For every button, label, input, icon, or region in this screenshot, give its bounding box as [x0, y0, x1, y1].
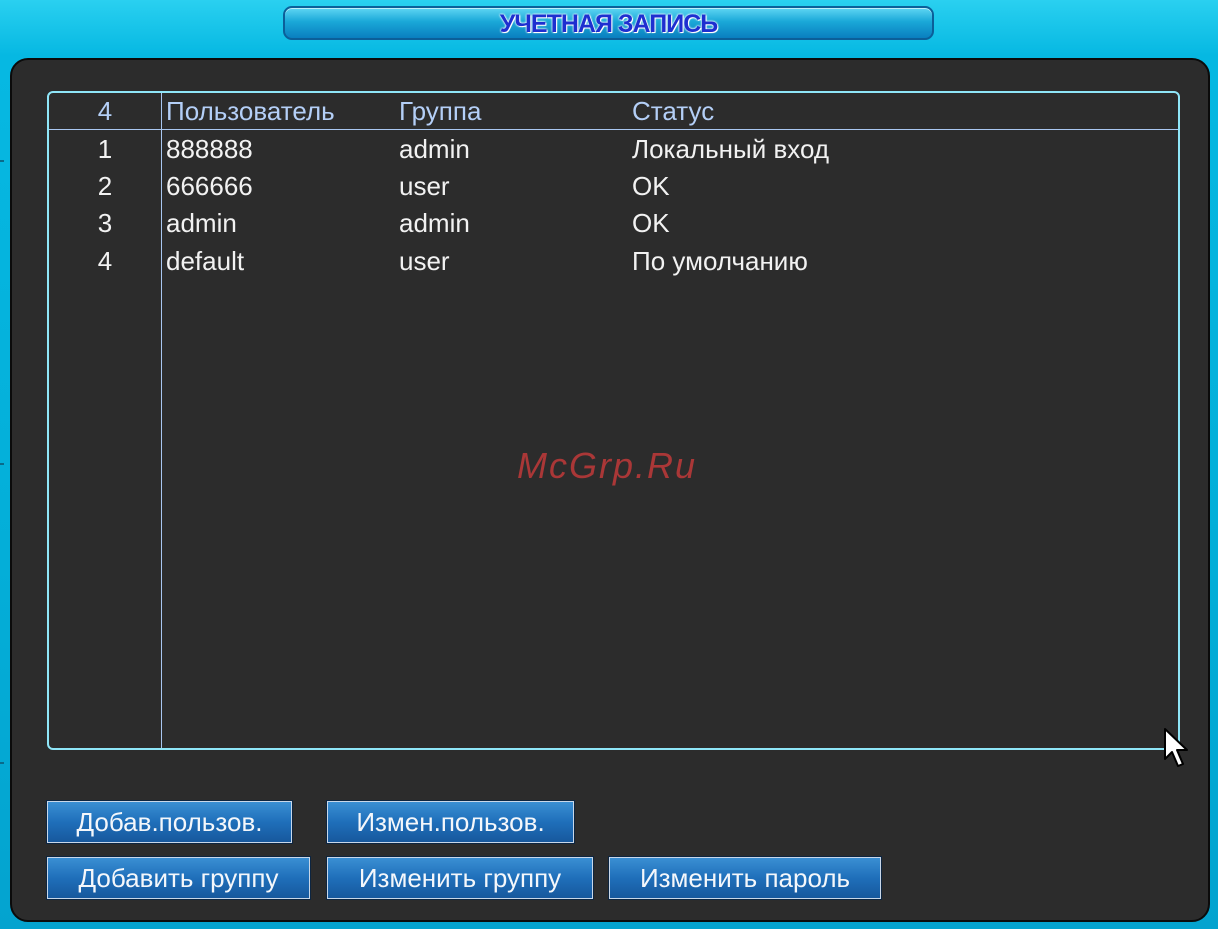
row-group: user — [399, 171, 450, 201]
column-divider — [161, 93, 162, 748]
user-table: 4 Пользователь Группа Статус 1 888888 ad… — [47, 91, 1180, 750]
header-user[interactable]: Пользователь — [166, 96, 335, 126]
row-group: admin — [399, 208, 470, 238]
watermark: McGrp.Ru — [517, 445, 698, 486]
row-number: 4 — [97, 246, 113, 276]
edit-user-button[interactable]: Измен.пользов. — [326, 800, 575, 844]
add-user-button[interactable]: Добав.пользов. — [46, 800, 293, 844]
row-number: 3 — [97, 208, 113, 238]
row-user: admin — [166, 208, 237, 238]
change-password-button[interactable]: Изменить пароль — [608, 856, 882, 900]
edge-tick — [0, 463, 4, 465]
window-title-bar: УЧЕТНАЯ ЗАПИСЬ — [283, 6, 934, 40]
row-status: Локальный вход — [632, 134, 830, 164]
row-status: По умолчанию — [632, 246, 808, 276]
row-user: 666666 — [166, 171, 253, 201]
header-divider — [49, 129, 1178, 130]
header-status[interactable]: Статус — [632, 96, 714, 126]
row-user: 888888 — [166, 134, 253, 164]
edit-group-button[interactable]: Изменить группу — [326, 856, 594, 900]
row-number: 2 — [97, 171, 113, 201]
row-status: OK — [632, 171, 670, 201]
mouse-pointer-icon — [1163, 727, 1191, 774]
edge-tick — [0, 160, 4, 162]
add-group-button[interactable]: Добавить группу — [46, 856, 311, 900]
row-group: admin — [399, 134, 470, 164]
row-group: user — [399, 246, 450, 276]
header-group[interactable]: Группа — [399, 96, 481, 126]
row-number: 1 — [97, 134, 113, 164]
window-title: УЧЕТНАЯ ЗАПИСЬ — [499, 10, 718, 38]
header-count: 4 — [97, 96, 113, 126]
row-user: default — [166, 246, 245, 276]
row-status: OK — [632, 208, 670, 238]
edge-tick — [0, 762, 4, 764]
